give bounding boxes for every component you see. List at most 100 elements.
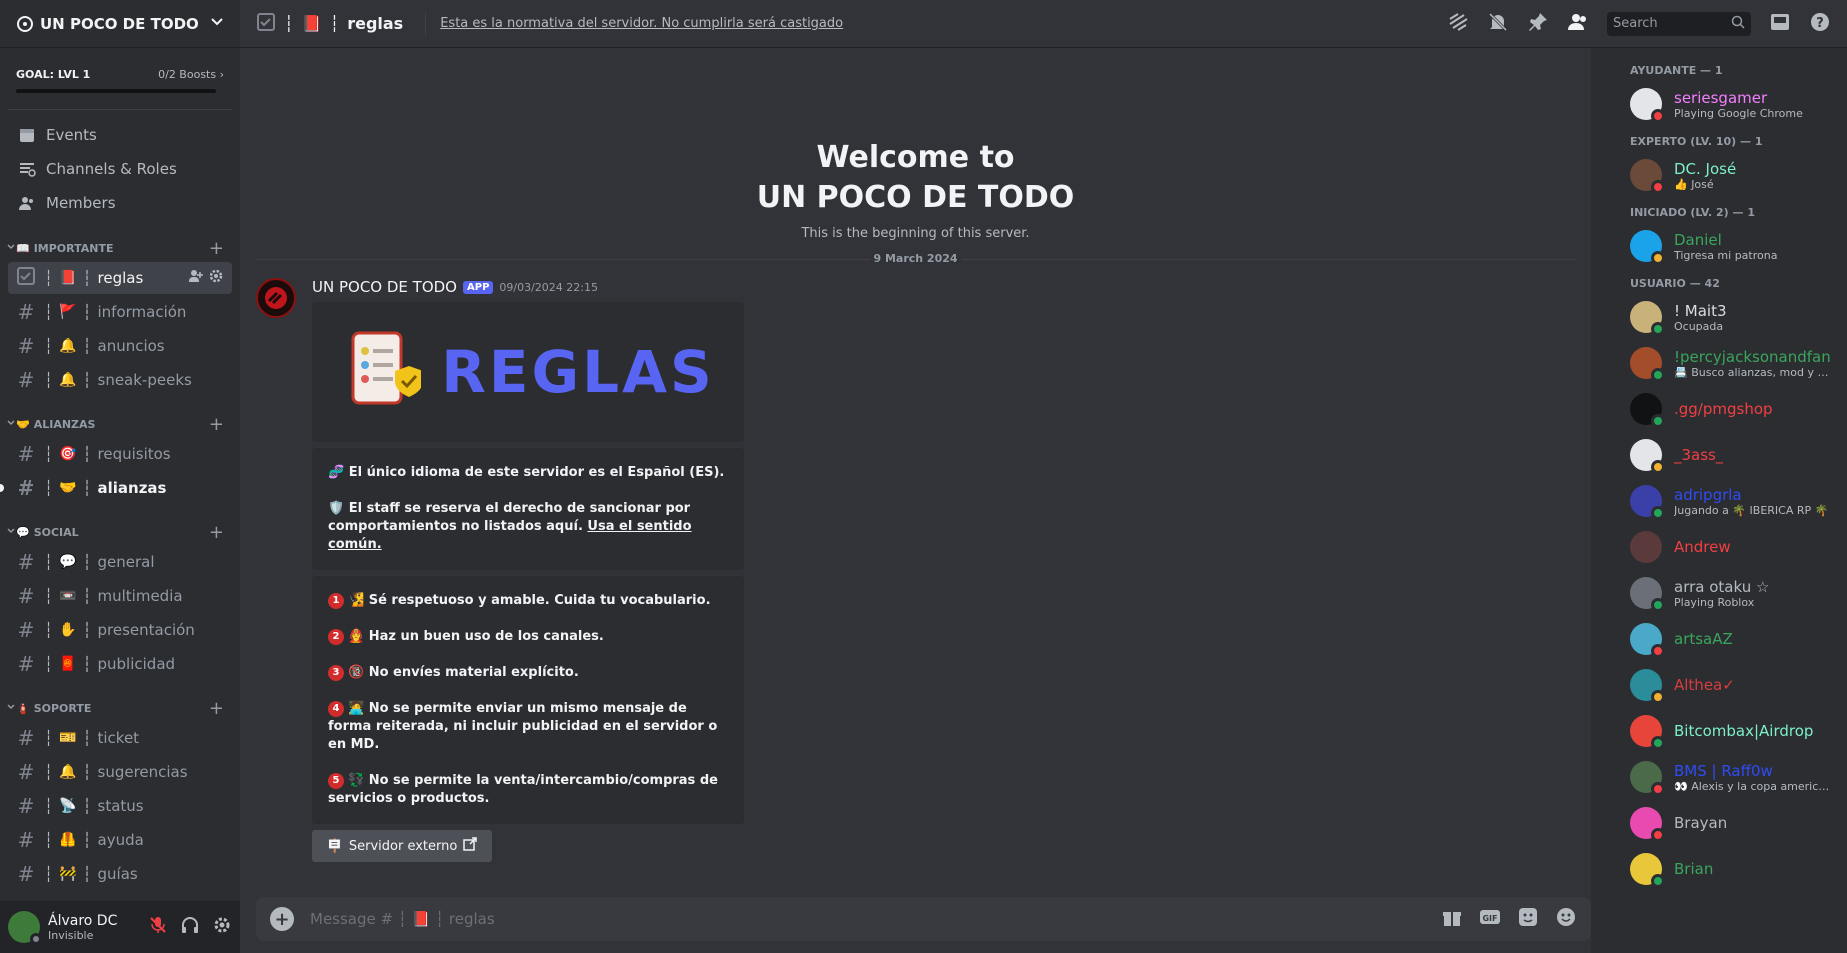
channel-name: anuncios xyxy=(97,337,165,355)
create-channel-plus-icon[interactable]: + xyxy=(209,238,224,259)
gif-icon[interactable]: GIF xyxy=(1479,906,1501,932)
member-item[interactable]: !percyjacksonandfans 📇 Busco alianzas, m… xyxy=(1599,340,1839,386)
member-item[interactable]: artsaAZ xyxy=(1599,616,1839,662)
hash-icon: # xyxy=(17,476,35,500)
channel-item[interactable]: ┆ 📕 ┆ reglas xyxy=(8,262,232,294)
notifications-muted-icon[interactable] xyxy=(1487,11,1509,37)
sticker-icon[interactable] xyxy=(1517,906,1539,932)
channel-item[interactable]: # ┆ ✋ ┆ presentación xyxy=(8,614,232,646)
status-indicator xyxy=(1651,251,1665,265)
member-activity: 📇 Busco alianzas, mod y caz... xyxy=(1674,365,1831,379)
channel-item[interactable]: # ┆ 🤝 ┆ alianzas xyxy=(0,472,232,504)
channel-item[interactable]: # ┆ 🎯 ┆ requisitos xyxy=(8,438,232,470)
role-header: INICIADO (LV. 2) — 1 xyxy=(1630,206,1756,219)
member-item[interactable]: _3ass_ xyxy=(1599,432,1839,478)
rule-number: 1 xyxy=(328,592,344,609)
create-channel-plus-icon[interactable]: + xyxy=(209,698,224,719)
channel-item[interactable]: # ┆ 📡 ┆ status xyxy=(8,790,232,822)
rule-number: 4 xyxy=(328,700,344,717)
mute-mic-icon[interactable] xyxy=(148,915,168,939)
channel-item[interactable]: # ┆ 🦺 ┆ ayuda xyxy=(8,824,232,856)
search-input[interactable]: Search xyxy=(1607,11,1751,36)
settings-gear-icon[interactable] xyxy=(212,915,232,939)
boost-goal[interactable]: GOAL: LVL 1 0/2 Boosts › xyxy=(0,48,240,101)
reglas-banner-image[interactable]: REGLAS xyxy=(312,302,744,442)
chevron-down-icon[interactable] xyxy=(210,15,224,33)
member-item[interactable]: Daniel Tigresa mi patrona xyxy=(1599,223,1839,269)
member-item[interactable]: DC. José 👍 José xyxy=(1599,152,1839,198)
inbox-icon[interactable] xyxy=(1769,11,1791,37)
rule-item: 3 🔞 No envíes material explícito. xyxy=(328,664,728,682)
channel-item[interactable]: # ┆ 🔔 ┆ sugerencias xyxy=(8,756,232,788)
nav-events[interactable]: Events xyxy=(0,118,240,152)
channel-item[interactable]: # ┆ 🧧 ┆ publicidad xyxy=(8,648,232,680)
app-badge: APP xyxy=(463,280,494,294)
channel-item[interactable]: # ┆ 🎫 ┆ ticket xyxy=(8,722,232,754)
nav-channels-roles[interactable]: Channels & Roles xyxy=(0,152,240,186)
headphones-icon[interactable] xyxy=(180,915,200,939)
member-item[interactable]: Bitcombax|Airdrop xyxy=(1599,708,1839,754)
member-item[interactable]: BMS | Raff0w 👀 Alexis y la copa america … xyxy=(1599,754,1839,800)
member-item[interactable]: arra otaku ☆ Playing Roblox xyxy=(1599,570,1839,616)
message-composer[interactable]: + Message # ┆ 📕 ┆ reglas GIF xyxy=(256,897,1591,941)
avatar xyxy=(1630,715,1665,750)
pin-icon[interactable] xyxy=(1527,11,1549,37)
role-header: USUARIO — 42 xyxy=(1630,277,1720,290)
member-item[interactable]: Althea✓ xyxy=(1599,662,1839,708)
member-name: _3ass_ xyxy=(1674,446,1724,464)
channel-name: ayuda xyxy=(97,831,144,849)
channel-item[interactable]: # ┆ 🔔 ┆ sneak-peeks xyxy=(8,364,232,396)
channel-topic[interactable]: Esta es la normativa del servidor. No cu… xyxy=(440,16,1447,31)
external-link-icon xyxy=(463,837,478,855)
category-3[interactable]: 🧯 SOPORTE + xyxy=(0,696,240,720)
signpost-icon: 🪧 xyxy=(326,838,343,854)
category-1[interactable]: 🤝 ALIANZAS + xyxy=(0,412,240,436)
channel-emoji: 🤝 xyxy=(59,480,77,496)
channel-item[interactable]: # ┆ 🚧 ┆ guías xyxy=(8,858,232,890)
member-name: artsaAZ xyxy=(1674,630,1733,648)
category-2[interactable]: 💬 SOCIAL + xyxy=(0,520,240,544)
upload-plus-icon[interactable]: + xyxy=(270,907,294,931)
avatar xyxy=(1630,807,1665,842)
channel-emoji: 🔔 xyxy=(59,338,77,354)
member-name: Brian xyxy=(1674,860,1714,878)
member-name: Daniel xyxy=(1674,230,1722,249)
rule-emoji: 🧑‍🚒 xyxy=(348,629,365,644)
channel-emoji: 🔔 xyxy=(59,372,77,388)
channel-item[interactable]: # ┆ 🔔 ┆ anuncios xyxy=(8,330,232,362)
message-author[interactable]: UN POCO DE TODO xyxy=(312,278,457,296)
create-channel-plus-icon[interactable]: + xyxy=(209,414,224,435)
user-info[interactable]: Álvaro DC Invisible xyxy=(48,913,148,942)
member-item[interactable]: Brayan xyxy=(1599,800,1839,846)
nav-members[interactable]: Members xyxy=(0,186,240,220)
member-item[interactable]: adripgrla Jugando a 🌴 IBERICA RP 🌴 xyxy=(1599,478,1839,524)
member-item[interactable]: Andrew xyxy=(1599,524,1839,570)
channel-name: multimedia xyxy=(97,587,183,605)
hash-icon: # xyxy=(17,334,35,358)
server-header[interactable]: UN POCO DE TODO xyxy=(0,0,240,48)
gift-icon[interactable] xyxy=(1441,906,1463,932)
channel-item[interactable]: # ┆ 📼 ┆ multimedia xyxy=(8,580,232,612)
invite-icon[interactable] xyxy=(188,268,204,288)
message-input[interactable]: Message # ┆ 📕 ┆ reglas xyxy=(310,910,1441,928)
channel-header: ┆ 📕 ┆ reglas Esta es la normativa del se… xyxy=(240,0,1847,48)
member-item[interactable]: .gg/pmgshop xyxy=(1599,386,1839,432)
emoji-picker-icon[interactable] xyxy=(1555,906,1577,932)
rule-item: 1 🧏 Sé respetuoso y amable. Cuida tu voca… xyxy=(328,592,728,610)
member-list-toggle-icon[interactable] xyxy=(1567,11,1589,37)
member-item[interactable]: ! Mait3 Ocupada xyxy=(1599,294,1839,340)
help-icon[interactable]: ? xyxy=(1809,11,1831,37)
author-avatar[interactable] xyxy=(256,278,296,318)
avatar xyxy=(1630,88,1665,123)
avatar[interactable] xyxy=(8,911,42,945)
channel-item[interactable]: # ┆ 🚩 ┆ información xyxy=(8,296,232,328)
category-0[interactable]: 📖 IMPORTANTE + xyxy=(0,236,240,260)
create-channel-plus-icon[interactable]: + xyxy=(209,522,224,543)
external-server-button[interactable]: 🪧 Servidor externo xyxy=(312,830,492,862)
channel-settings-gear-icon[interactable] xyxy=(208,268,224,288)
category-name: SOCIAL xyxy=(33,525,79,539)
member-item[interactable]: seriesgamer Playing Google Chrome xyxy=(1599,81,1839,127)
member-item[interactable]: Brian xyxy=(1599,846,1839,892)
channel-item[interactable]: # ┆ 💬 ┆ general xyxy=(8,546,232,578)
threads-icon[interactable] xyxy=(1447,11,1469,37)
